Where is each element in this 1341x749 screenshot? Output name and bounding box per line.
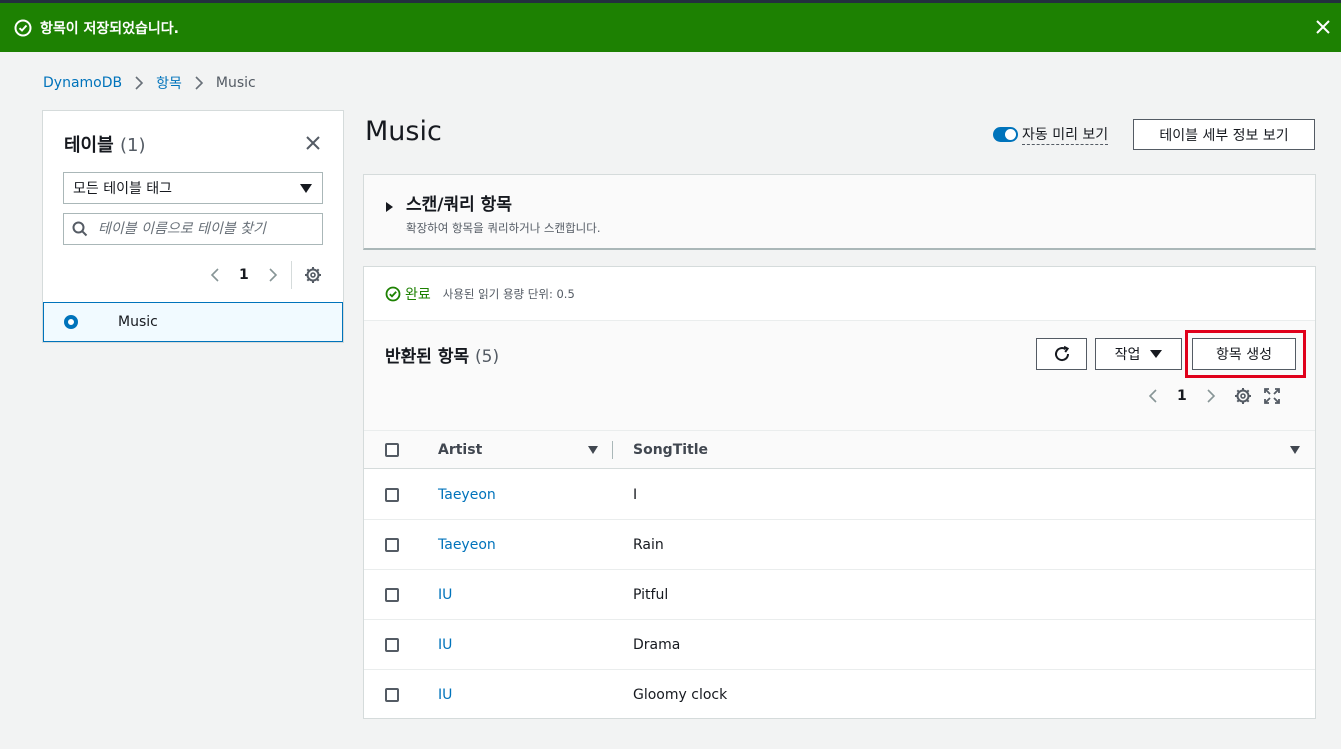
songtitle-cell: I bbox=[633, 487, 638, 503]
songtitle-cell: Rain bbox=[633, 537, 664, 553]
chevron-right-icon bbox=[135, 76, 144, 90]
songtitle-cell: Pitful bbox=[633, 587, 669, 603]
breadcrumb-current: Music bbox=[215, 75, 256, 91]
caret-down-icon bbox=[1150, 350, 1163, 358]
chevron-left-icon[interactable] bbox=[209, 267, 221, 283]
row-checkbox[interactable] bbox=[385, 638, 399, 652]
fullscreen-icon[interactable] bbox=[1263, 388, 1280, 404]
check-circle-icon bbox=[385, 286, 401, 301]
row-checkbox[interactable] bbox=[385, 488, 399, 502]
table-header-row: Artist SongTitle bbox=[364, 431, 1315, 469]
page-number[interactable]: 1 bbox=[239, 267, 249, 283]
table-list-item-music[interactable]: Music bbox=[43, 302, 343, 342]
artist-link[interactable]: IU bbox=[438, 637, 452, 653]
table-search-box bbox=[63, 213, 323, 245]
table-row[interactable]: IU Pitful bbox=[364, 570, 1315, 620]
tables-panel: 테이블 (1) 모든 테이블 태그 1 Music bbox=[42, 110, 344, 343]
breadcrumb-items[interactable]: 항목 bbox=[156, 73, 182, 93]
refresh-button[interactable] bbox=[1036, 338, 1087, 370]
toggle-switch[interactable] bbox=[993, 127, 1018, 142]
table-name: Music bbox=[118, 314, 158, 330]
auto-preview-label: 자동 미리 보기 bbox=[1022, 124, 1109, 145]
tables-panel-title: 테이블 (1) bbox=[64, 131, 145, 157]
artist-link[interactable]: Taeyeon bbox=[438, 487, 496, 503]
breadcrumb-dynamodb[interactable]: DynamoDB bbox=[43, 75, 122, 91]
close-icon[interactable] bbox=[305, 135, 321, 151]
table-row[interactable]: IU Drama bbox=[364, 620, 1315, 670]
caret-down-icon bbox=[300, 184, 312, 193]
row-checkbox[interactable] bbox=[385, 688, 399, 702]
column-header-artist[interactable]: Artist bbox=[438, 442, 482, 458]
sort-caret-icon[interactable] bbox=[1290, 446, 1300, 454]
scan-query-title: 스캔/쿼리 항목 bbox=[406, 195, 512, 215]
table-tag-select-value: 모든 테이블 태그 bbox=[73, 181, 173, 197]
row-checkbox[interactable] bbox=[385, 588, 399, 602]
status-complete: 완료 bbox=[405, 286, 431, 303]
scan-query-expander[interactable]: 스캔/쿼리 항목 확장하여 항목을 쿼리하거나 스캔합니다. bbox=[363, 174, 1316, 250]
page-number[interactable]: 1 bbox=[1177, 388, 1187, 404]
chevron-right-icon[interactable] bbox=[1205, 388, 1217, 404]
artist-link[interactable]: IU bbox=[438, 587, 452, 603]
chevron-left-icon[interactable] bbox=[1147, 388, 1159, 404]
table-row[interactable]: Taeyeon I bbox=[364, 470, 1315, 520]
tables-title-label: 테이블 bbox=[64, 135, 114, 156]
songtitle-cell: Gloomy clock bbox=[633, 687, 728, 703]
divider bbox=[290, 261, 292, 289]
table-search-input[interactable] bbox=[98, 221, 298, 237]
results-title-label: 반환된 항목 bbox=[385, 347, 470, 367]
column-divider[interactable] bbox=[612, 441, 613, 459]
table-row[interactable]: Taeyeon Rain bbox=[364, 520, 1315, 570]
flash-message: 항목이 저장되었습니다. bbox=[40, 20, 179, 37]
artist-link[interactable]: IU bbox=[438, 687, 452, 703]
results-pagination: 1 bbox=[1147, 387, 1280, 405]
table-tag-select[interactable]: 모든 테이블 태그 bbox=[63, 172, 323, 204]
tables-count: (1) bbox=[119, 135, 146, 156]
gear-icon[interactable] bbox=[1234, 387, 1252, 405]
read-capacity-note: 사용된 읽기 용량 단위: 0.5 bbox=[442, 286, 575, 301]
gear-icon[interactable] bbox=[304, 266, 322, 284]
view-table-details-button[interactable]: 테이블 세부 정보 보기 bbox=[1133, 119, 1315, 150]
artist-link[interactable]: Taeyeon bbox=[438, 537, 496, 553]
actions-label: 작업 bbox=[1114, 347, 1141, 363]
radio-selected[interactable] bbox=[64, 315, 78, 329]
auto-preview-toggle[interactable]: 자동 미리 보기 bbox=[993, 124, 1109, 145]
chevron-right-icon bbox=[195, 76, 204, 90]
check-circle-icon bbox=[14, 19, 32, 36]
create-item-button[interactable]: 항목 생성 bbox=[1192, 338, 1296, 370]
results-header: 반환된 항목 (5) 작업 항목 생성 1 bbox=[364, 321, 1315, 431]
breadcrumb: DynamoDB 항목 Music bbox=[43, 73, 256, 93]
close-icon[interactable] bbox=[1313, 17, 1333, 37]
search-icon bbox=[72, 221, 88, 237]
row-checkbox[interactable] bbox=[385, 538, 399, 552]
page-title: Music bbox=[365, 116, 442, 147]
chevron-right-icon[interactable] bbox=[267, 267, 279, 283]
table-row[interactable]: IU Gloomy clock bbox=[364, 670, 1315, 720]
success-flash-banner: 항목이 저장되었습니다. bbox=[0, 3, 1341, 52]
sort-caret-icon[interactable] bbox=[588, 446, 598, 454]
results-panel: 완료 사용된 읽기 용량 단위: 0.5 반환된 항목 (5) 작업 항목 생성… bbox=[363, 266, 1316, 719]
results-count: (5) bbox=[475, 347, 500, 367]
caret-right-icon bbox=[386, 202, 393, 212]
column-header-songtitle[interactable]: SongTitle bbox=[633, 442, 708, 458]
select-all-checkbox[interactable] bbox=[385, 443, 399, 457]
results-title: 반환된 항목 (5) bbox=[385, 342, 499, 367]
songtitle-cell: Drama bbox=[633, 637, 681, 653]
status-row: 완료 사용된 읽기 용량 단위: 0.5 bbox=[364, 267, 1315, 321]
tables-pagination: 1 bbox=[209, 261, 322, 289]
actions-dropdown-button[interactable]: 작업 bbox=[1095, 338, 1182, 370]
scan-query-description: 확장하여 항목을 쿼리하거나 스캔합니다. bbox=[406, 221, 601, 235]
refresh-icon bbox=[1054, 345, 1069, 362]
